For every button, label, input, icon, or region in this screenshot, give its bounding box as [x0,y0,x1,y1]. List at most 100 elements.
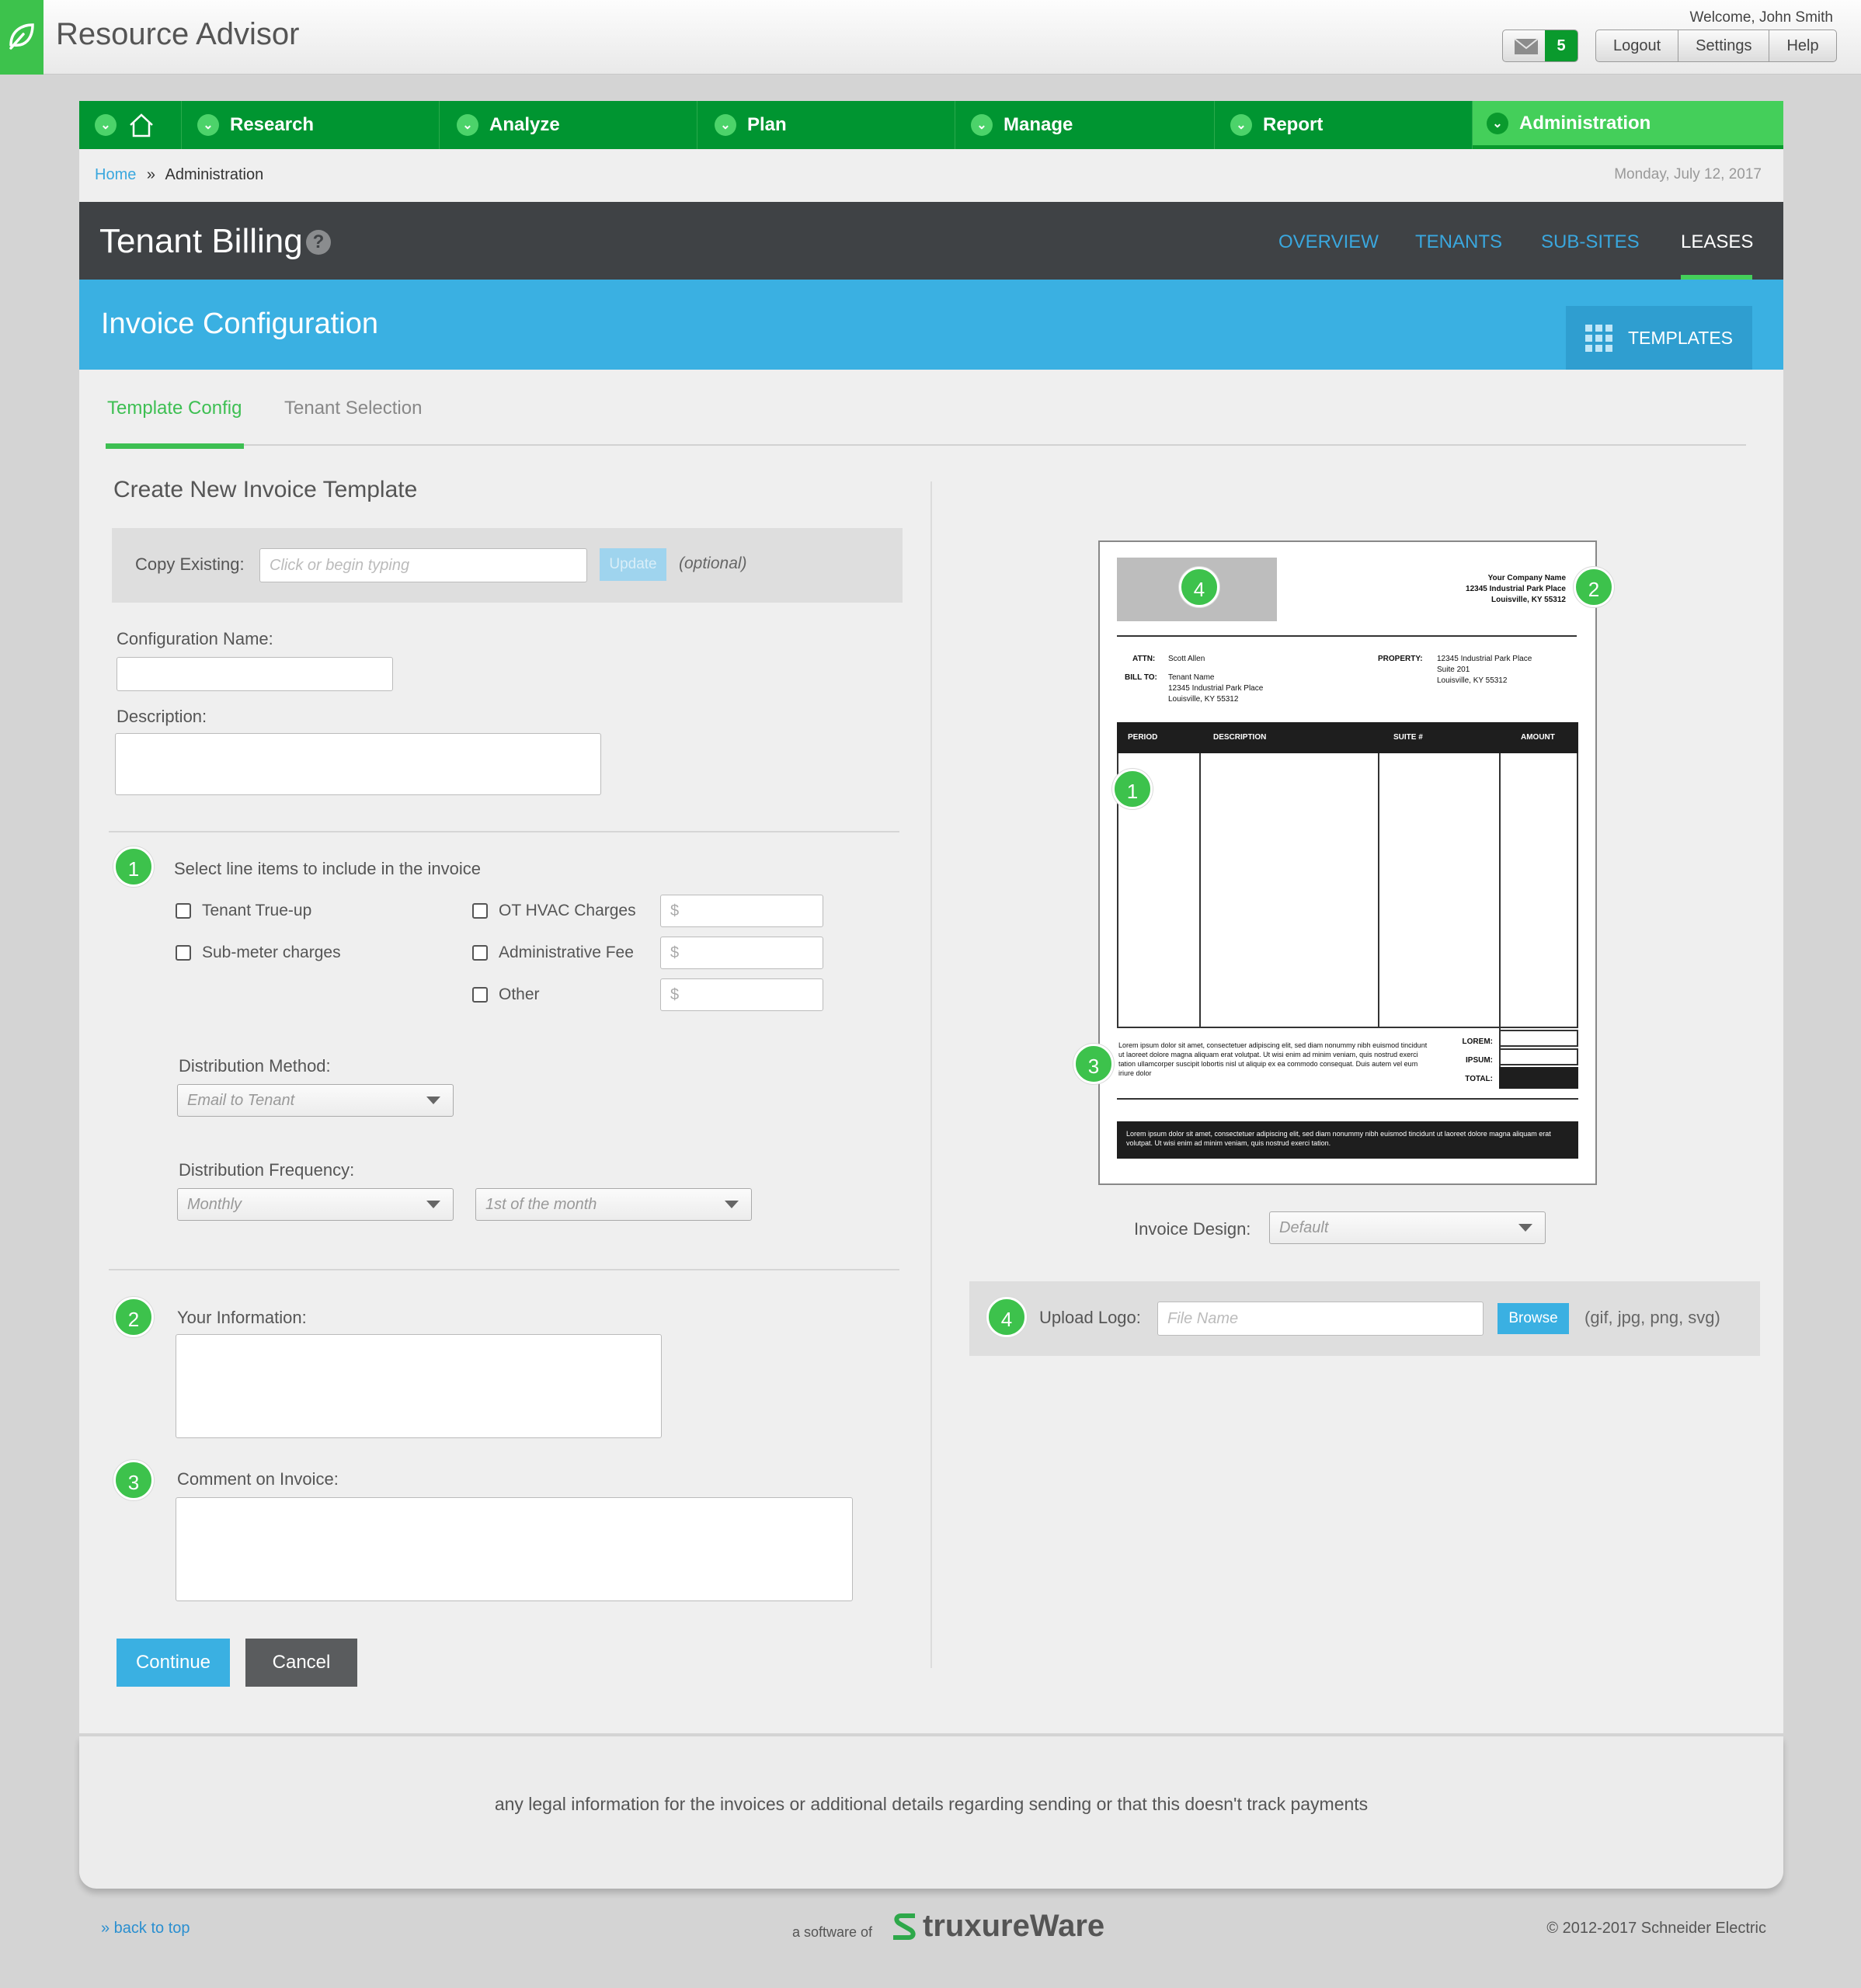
breadcrumb-separator: » [146,166,156,183]
subtab-template-config[interactable]: Template Config [107,398,242,419]
invoice-divider [1117,635,1577,637]
tab-leases[interactable]: LEASES [1681,231,1753,253]
settings-button[interactable]: Settings [1678,30,1770,61]
configuration-name-label: Configuration Name: [117,629,273,648]
logout-button[interactable]: Logout [1596,30,1679,61]
chevron-down-icon: ⌄ [971,114,993,136]
description-label: Description: [117,707,207,726]
invoice-col-line [1199,753,1201,1028]
invoice-col-description: DESCRIPTION [1213,733,1267,742]
invoice-marker-4: 4 [1179,567,1219,607]
tab-sub-sites[interactable]: SUB-SITES [1541,231,1640,253]
select-value: 1st of the month [485,1195,597,1213]
distribution-day-select[interactable]: 1st of the month [475,1188,752,1221]
administrative-fee-checkbox[interactable]: Administrative Fee [472,944,634,962]
main-nav: ⌄ ⌄ Research ⌄ Analyze ⌄ Plan ⌄ Manage ⌄ Repo… [79,101,1783,149]
checkbox-label: OT HVAC Charges [499,902,636,919]
grid-icon [1584,324,1612,352]
invoice-col-period: PERIOD [1128,733,1158,742]
invoice-total-cell [1499,1067,1578,1089]
tenant-true-up-checkbox[interactable]: Tenant True-up [176,902,311,920]
configuration-name-input[interactable] [117,657,393,691]
your-information-label: Your Information: [177,1308,307,1327]
invoice-company-addr1: 12345 Industrial Park Place [1466,585,1566,593]
step-2-marker: 2 [113,1297,154,1337]
ot-hvac-charges-checkbox[interactable]: OT HVAC Charges [472,902,636,920]
description-input[interactable] [115,733,601,795]
dropdown-arrow-icon [725,1201,739,1208]
distribution-frequency-select[interactable]: Monthly [177,1188,454,1221]
struxureware-s-icon [893,1913,916,1940]
tab-overview[interactable]: OVERVIEW [1278,231,1379,253]
invoice-marker-3: 3 [1073,1044,1114,1084]
invoice-company-block: Your Company Name 12345 Industrial Park … [1398,573,1566,606]
nav-label: Manage [1004,114,1073,135]
current-date: Monday, July 12, 2017 [1614,166,1762,182]
other-amount-input[interactable]: $ [660,978,823,1011]
tab-tenants[interactable]: TENANTS [1415,231,1502,253]
copy-existing-label: Copy Existing: [135,554,245,574]
copy-existing-input[interactable]: Click or begin typing [259,548,587,582]
welcome-text: Welcome, John Smith [1689,9,1833,26]
leaf-logo-icon[interactable] [0,0,43,75]
sub-meter-charges-checkbox[interactable]: Sub-meter charges [176,944,341,962]
breadcrumb-current: Administration [165,166,264,183]
invoice-attn-label: ATTN: [1132,655,1156,663]
column-divider [930,481,932,1668]
invoice-billto-line: Louisville, KY 55312 [1168,695,1239,704]
administrative-fee-amount-input[interactable]: $ [660,937,823,969]
browse-button[interactable]: Browse [1497,1303,1569,1334]
nav-home[interactable]: ⌄ [79,101,182,149]
help-button[interactable]: Help [1769,30,1835,61]
ot-hvac-amount-input[interactable]: $ [660,895,823,927]
continue-button[interactable]: Continue [117,1639,230,1687]
invoice-total-cell [1499,1048,1578,1065]
templates-label: TEMPLATES [1627,327,1734,348]
nav-analyze[interactable]: ⌄ Analyze [440,101,697,149]
invoice-billto-block: Tenant Name 12345 Industrial Park Place … [1168,673,1263,705]
header-button-group: Logout Settings Help [1595,30,1837,62]
copyright-text: © 2012-2017 Schneider Electric [1546,1920,1766,1937]
distribution-method-select[interactable]: Email to Tenant [177,1084,454,1117]
comment-input[interactable] [176,1497,853,1601]
nav-research[interactable]: ⌄ Research [182,101,440,149]
dropdown-arrow-icon [426,1201,440,1208]
section-divider [109,831,899,832]
invoice-footer-text: Lorem ipsum dolor sit amet, consectetuer… [1117,1121,1578,1159]
back-to-top-link[interactable]: » back to top [101,1920,190,1938]
your-information-input[interactable] [176,1334,662,1438]
mail-button[interactable]: 5 [1502,30,1578,62]
upload-file-input[interactable]: File Name [1157,1302,1484,1336]
cancel-button[interactable]: Cancel [245,1639,357,1687]
invoice-billto-label: BILL TO: [1125,673,1157,682]
subtab-divider [106,444,1746,446]
other-checkbox[interactable]: Other [472,985,540,1004]
checkbox-label: Other [499,985,540,1003]
struxureware-logo: truxureWare [889,1909,1104,1944]
invoice-design-select[interactable]: Default [1269,1211,1546,1244]
select-value: Email to Tenant [187,1091,295,1109]
distribution-method-label: Distribution Method: [179,1056,331,1076]
distribution-frequency-label: Distribution Frequency: [179,1160,355,1180]
nav-administration[interactable]: ⌄ Administration [1473,101,1783,149]
invoice-billto-line: 12345 Industrial Park Place [1168,684,1264,693]
nav-report[interactable]: ⌄ Report [1215,101,1473,149]
nav-manage[interactable]: ⌄ Manage [955,101,1215,149]
dropdown-arrow-icon [426,1097,440,1104]
chevron-down-icon: ⌄ [197,114,219,136]
breadcrumb-home-link[interactable]: Home [95,166,136,183]
comment-label: Comment on Invoice: [177,1469,339,1489]
chevron-down-icon: ⌄ [1487,112,1508,134]
active-subtab-indicator [106,443,244,449]
subtab-tenant-selection[interactable]: Tenant Selection [284,398,422,419]
brand-text: truxureWare [923,1909,1105,1943]
invoice-col-suite: SUITE # [1393,733,1423,742]
templates-button[interactable]: TEMPLATES [1566,306,1752,370]
nav-label: Analyze [489,114,560,135]
help-icon[interactable]: ? [306,230,331,255]
update-button[interactable]: Update [600,548,666,581]
invoice-col-line [1378,753,1379,1028]
step-4-marker: 4 [986,1297,1027,1337]
nav-plan[interactable]: ⌄ Plan [697,101,955,149]
chevron-down-icon: ⌄ [457,114,478,136]
